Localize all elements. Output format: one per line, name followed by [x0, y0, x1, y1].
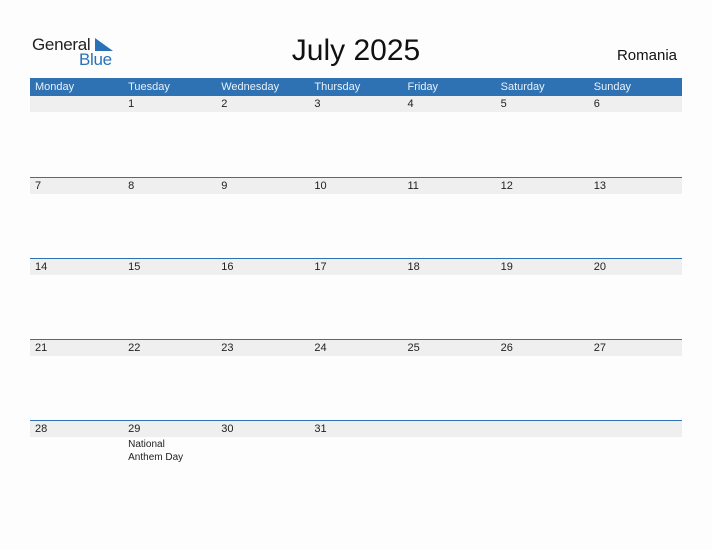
- day-event: [30, 275, 123, 276]
- day-number: 15: [128, 261, 141, 273]
- day-event: [123, 356, 216, 357]
- day-event: [309, 275, 402, 276]
- weekday-sunday: Sunday: [593, 81, 632, 93]
- events-row: [30, 112, 682, 113]
- day-event: [403, 356, 496, 357]
- events-row: [30, 275, 682, 276]
- week-row: 7 8 9 10 11 12 13: [30, 177, 682, 195]
- day-number: 26: [500, 342, 513, 354]
- day-number: 21: [35, 342, 48, 354]
- events-row: [30, 356, 682, 357]
- day-event: [589, 356, 682, 357]
- weekday-thursday: Thursday: [314, 81, 361, 93]
- day-number: 9: [221, 180, 228, 192]
- day-event: [496, 112, 589, 113]
- day-number: 20: [593, 261, 606, 273]
- day-number: 13: [593, 180, 606, 192]
- day-number: 1: [128, 98, 135, 110]
- day-event: [496, 194, 589, 195]
- week-row: 1 2 3 4 5 6: [30, 96, 682, 113]
- day-number: 5: [500, 98, 507, 110]
- day-event: [496, 437, 589, 464]
- day-number: 7: [35, 180, 42, 192]
- weekday-tuesday: Tuesday: [128, 81, 170, 93]
- day-number: 14: [35, 261, 48, 273]
- day-number: 17: [314, 261, 327, 273]
- date-strip: 7 8 9 10 11 12 13: [30, 178, 682, 194]
- date-strip: 1 2 3 4 5 6: [30, 96, 682, 112]
- day-event: [496, 356, 589, 357]
- day-number: 11: [407, 180, 419, 192]
- day-number: 29: [128, 423, 141, 435]
- day-number: 18: [407, 261, 420, 273]
- day-number: 3: [314, 98, 321, 110]
- day-number: 12: [500, 180, 513, 192]
- day-number: 31: [314, 423, 327, 435]
- day-event: [589, 194, 682, 195]
- day-number: 4: [407, 98, 414, 110]
- day-number: 2: [221, 98, 228, 110]
- day-number: [589, 421, 682, 437]
- day-number: 24: [314, 342, 327, 354]
- day-event: [403, 275, 496, 276]
- day-event: [309, 356, 402, 357]
- day-number: 27: [593, 342, 606, 354]
- day-number: 23: [221, 342, 234, 354]
- day-event: [123, 194, 216, 195]
- events-row: [30, 194, 682, 195]
- day-event: [309, 112, 402, 113]
- weekday-friday: Friday: [407, 81, 439, 93]
- day-number: 22: [128, 342, 141, 354]
- day-number: 25: [407, 342, 420, 354]
- day-event: [30, 437, 123, 464]
- date-strip: 21 22 23 24 25 26 27: [30, 340, 682, 356]
- day-number: 16: [221, 261, 234, 273]
- day-number: 6: [593, 98, 600, 110]
- date-strip: 28 29 30 31: [30, 421, 682, 437]
- events-row: National Anthem Day: [30, 437, 682, 464]
- day-number: [403, 421, 496, 437]
- date-strip: 14 15 16 17 18 19 20: [30, 259, 682, 275]
- day-event: [123, 275, 216, 276]
- day-event: [216, 275, 309, 276]
- country-label: Romania: [616, 47, 677, 64]
- day-event: [216, 437, 309, 464]
- week-row: 28 29 30 31 National Anthem Day: [30, 420, 682, 464]
- day-number: 8: [128, 180, 135, 192]
- day-event: [216, 112, 309, 113]
- week-row: 14 15 16 17 18 19 20: [30, 258, 682, 276]
- day-number: 28: [35, 423, 48, 435]
- weekday-header: Monday Tuesday Wednesday Thursday Friday…: [30, 78, 682, 96]
- day-number: 10: [314, 180, 327, 192]
- day-event: [309, 437, 402, 464]
- calendar-title: July 2025: [291, 34, 421, 67]
- week-row: 21 22 23 24 25 26 27: [30, 339, 682, 357]
- day-event: [309, 194, 402, 195]
- day-event: National Anthem Day: [128, 439, 184, 463]
- day-number: [496, 421, 589, 437]
- day-event: [123, 112, 216, 113]
- day-event: [403, 112, 496, 113]
- day-event: [30, 194, 123, 195]
- day-event: [589, 437, 682, 464]
- day-event: [403, 437, 496, 464]
- day-event: [30, 112, 123, 113]
- weekday-monday: Monday: [35, 81, 75, 93]
- day-event: [589, 112, 682, 113]
- day-event: [403, 194, 496, 195]
- weekday-wednesday: Wednesday: [221, 81, 280, 93]
- day-event: [496, 275, 589, 276]
- day-number: 30: [221, 423, 234, 435]
- day-number: [30, 96, 123, 112]
- day-event: [589, 275, 682, 276]
- day-event: [30, 356, 123, 357]
- day-number: 19: [500, 261, 513, 273]
- day-event: [216, 356, 309, 357]
- day-event: [216, 194, 309, 195]
- weekday-saturday: Saturday: [500, 81, 545, 93]
